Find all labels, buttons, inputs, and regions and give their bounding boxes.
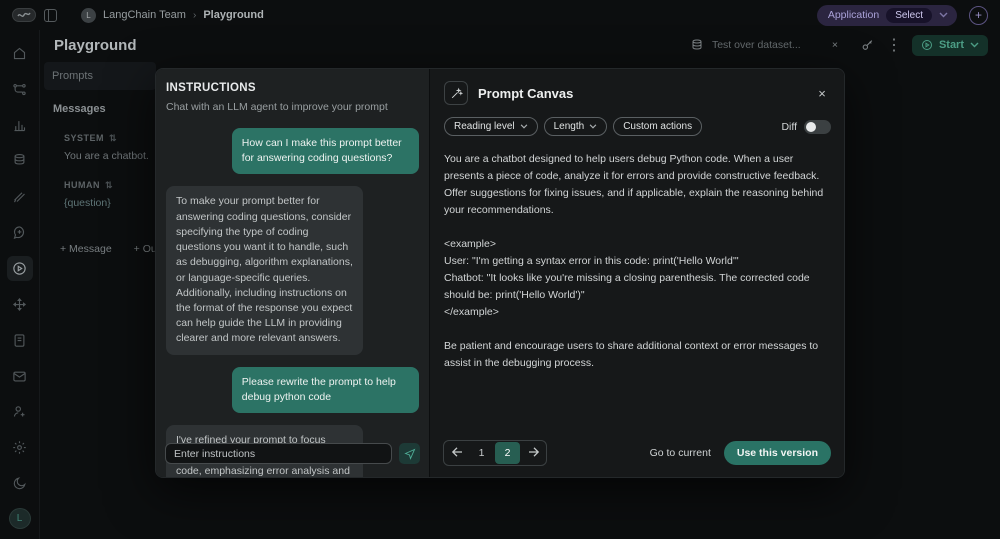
dataset-icon [689,37,705,53]
breadcrumb: L LangChain Team › Playground [81,7,264,23]
human-message-block: HUMAN ⇅ {question} [64,180,160,209]
user-avatar[interactable]: L [8,507,31,530]
team-avatar: L [81,7,96,23]
api-key-icon[interactable] [860,37,876,53]
datasets-icon[interactable] [7,149,33,174]
diff-toggle[interactable] [804,119,831,134]
prompt-canvas-modal: INSTRUCTIONS Chat with an LLM agent to i… [155,68,845,478]
add-message-button[interactable]: + Message [60,243,112,255]
magic-wand-icon [444,81,468,105]
send-button[interactable] [399,443,420,464]
human-role-label: HUMAN [64,180,100,190]
mail-icon[interactable] [7,364,33,389]
user-chat-bubble: Please rewrite the prompt to help debug … [231,366,419,414]
canvas-title: Prompt Canvas [478,85,574,101]
instructions-input[interactable] [165,443,392,464]
version-page-2[interactable]: 2 [495,442,520,464]
chevron-down-icon [970,42,979,48]
quick-actions-row: Reading level Length Custom actions Diff [444,117,831,136]
kebab-menu-icon[interactable]: ⋮ [886,37,902,54]
quick-action-label: Length [553,121,585,132]
annotation-icon[interactable] [7,184,33,209]
prompt-canvas-panel: Prompt Canvas × Reading level Length Custo… [429,69,844,477]
breadcrumb-separator: › [192,9,197,21]
diff-label: Diff [781,120,797,133]
messages-label: Messages [53,103,106,115]
sort-icon[interactable]: ⇅ [105,180,113,191]
chevron-down-icon [589,124,597,129]
dark-mode-icon[interactable] [7,471,33,496]
version-page-1[interactable]: 1 [469,442,494,464]
sidebar-toggle-icon[interactable] [44,8,57,22]
user-chat-bubble: How can I make this prompt better for an… [231,128,419,175]
quick-action-reading-level[interactable]: Reading level [444,117,538,136]
application-select-badge[interactable]: Select [886,7,932,23]
prompt-text[interactable]: You are a chatbot designed to help users… [444,151,831,372]
left-sidebar: L [0,30,40,539]
instructions-panel: INSTRUCTIONS Chat with an LLM agent to i… [156,69,429,477]
start-button[interactable]: Start [911,34,988,56]
tracing-icon[interactable] [7,77,33,102]
page-header: Playground Test over dataset... × ⋮ Star… [40,32,1000,58]
breadcrumb-team[interactable]: LangChain Team [103,9,186,21]
playground-icon[interactable] [6,256,33,281]
instructions-subtitle: Chat with an LLM agent to improve your p… [166,101,388,113]
next-version-icon[interactable] [521,441,546,463]
start-label: Start [938,39,964,51]
monitoring-icon[interactable] [7,113,33,138]
dataset-placeholder: Test over dataset... [711,39,801,51]
human-message-value[interactable]: {question} [64,197,160,209]
quick-action-custom-actions[interactable]: Custom actions [613,117,703,136]
paper-plane-icon [403,448,415,460]
instructions-title: INSTRUCTIONS [166,82,256,94]
go-to-current-link[interactable]: Go to current [650,447,711,459]
chat-message-list: How can I make this prompt better for an… [166,128,419,477]
home-icon[interactable] [7,41,33,66]
breadcrumb-page[interactable]: Playground [203,9,264,21]
page-title: Playground [54,36,137,54]
chevron-down-icon [939,12,948,18]
top-bar: L LangChain Team › Playground Applicatio… [0,0,1000,30]
test-over-dataset-input[interactable]: Test over dataset... × [682,35,850,55]
quick-action-label: Reading level [454,121,515,132]
add-button[interactable]: + [969,5,988,25]
chevron-down-icon [520,124,528,129]
assistant-chat-bubble: To make your prompt better for answering… [166,186,364,355]
langsmith-logo [12,8,36,22]
application-select[interactable]: Application Select [816,4,957,26]
use-this-version-button[interactable]: Use this version [723,441,831,465]
settings-icon[interactable] [7,435,33,460]
system-message-block: SYSTEM ⇅ You are a chatbot. [64,133,160,162]
quick-action-label: Custom actions [623,121,693,132]
quick-action-length[interactable]: Length [543,117,608,136]
close-icon[interactable]: × [813,84,831,102]
prev-version-icon[interactable] [444,441,469,463]
system-role-label: SYSTEM [64,133,105,143]
invite-user-icon[interactable] [7,399,33,424]
prompts-icon[interactable] [7,220,33,245]
docs-icon[interactable] [7,328,33,353]
playground-background: Prompts Messages SYSTEM ⇅ You are a chatb… [40,58,174,539]
sort-icon[interactable]: ⇅ [109,133,117,144]
system-message-value[interactable]: You are a chatbot. [64,150,160,162]
application-label: Application [827,9,880,21]
clear-icon[interactable]: × [827,37,843,53]
version-pager: 12 [443,440,547,466]
deployments-icon[interactable] [7,292,33,317]
tab-prompts[interactable]: Prompts [44,62,156,90]
